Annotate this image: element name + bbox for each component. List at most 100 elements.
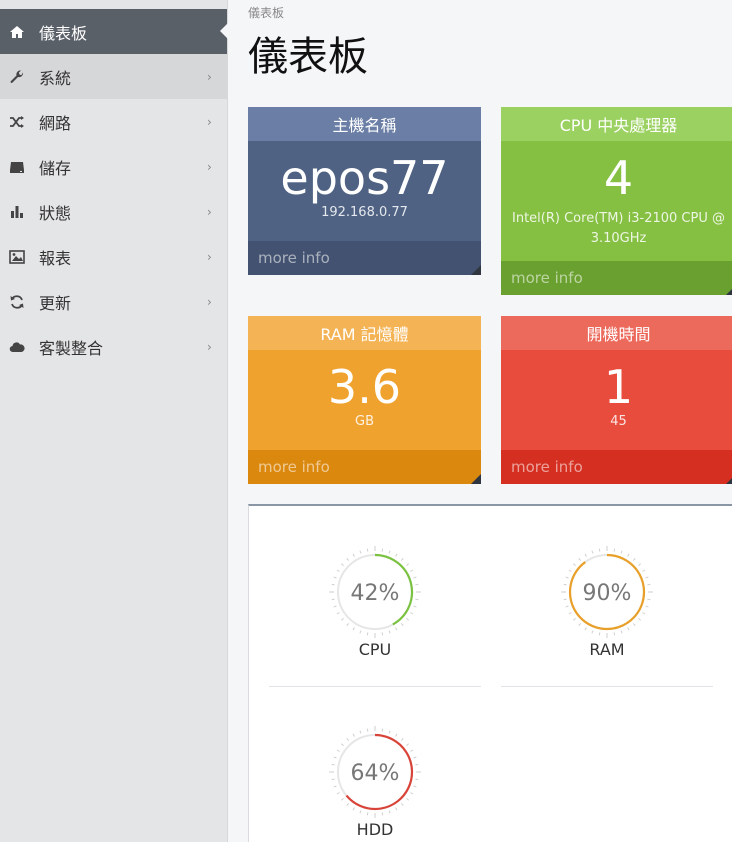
gauge-tick [632, 623, 636, 627]
gauge-tick [366, 548, 369, 552]
gauge-tick [388, 630, 391, 634]
gauge-tick [400, 557, 404, 561]
gauge-tick [381, 728, 384, 732]
gauge-tick [627, 627, 630, 631]
cpu-card: CPU 中央處理器 4 Intel(R) Core(TM) i3-2100 CP… [501, 107, 732, 295]
breadcrumb[interactable]: 儀表板 [248, 4, 284, 21]
gauge-tick [406, 563, 410, 567]
gauge-tick [410, 569, 414, 572]
gauge-tick [340, 797, 344, 801]
gauge-tick [413, 605, 417, 608]
more-info-link[interactable]: more info [248, 450, 481, 484]
gauge-tick [410, 749, 414, 752]
gauge-tick [346, 737, 350, 741]
gauge-tick [565, 576, 569, 579]
gauge-tick [645, 605, 649, 608]
gauge-tick [381, 548, 384, 552]
gauge-tick [333, 576, 337, 579]
gauge-tick [336, 749, 340, 752]
gauge-tick [563, 583, 567, 586]
gauge-tick [572, 617, 576, 621]
gauge-tick [333, 785, 337, 788]
sidebar-item-network[interactable]: 網路 › [0, 99, 227, 144]
sidebar-item-reports[interactable]: 報表 › [0, 234, 227, 279]
sidebar-item-label: 客製整合 [39, 338, 104, 358]
more-info-link[interactable]: more info [501, 450, 732, 484]
ram-gauge: 90% RAM [491, 546, 723, 659]
gauge-tick [336, 792, 340, 795]
main-content: 儀表板 儀表板 主機名稱 epos77 192.168.0.77 more in… [228, 0, 732, 842]
gauge-tick [647, 583, 651, 586]
gauge-tick [563, 598, 567, 601]
sidebar-item-label: 網路 [39, 113, 72, 133]
gauge-label: RAM [589, 640, 625, 659]
sidebar-item-label: 儲存 [39, 158, 72, 178]
gauge-tick [584, 627, 587, 631]
gauge-tick [645, 576, 649, 579]
gauge-tick [578, 623, 582, 627]
sidebar-item-integration[interactable]: 客製整合 › [0, 324, 227, 369]
more-info-label: more info [258, 249, 330, 267]
more-info-link[interactable]: more info [501, 261, 732, 295]
gauge-tick [359, 810, 362, 814]
gauge-tick [565, 605, 569, 608]
gauge-tick [331, 778, 335, 781]
home-icon [9, 22, 39, 42]
sidebar-item-storage[interactable]: 儲存 › [0, 144, 227, 189]
sidebar-item-updates[interactable]: 更新 › [0, 279, 227, 324]
more-info-label: more info [511, 458, 583, 476]
gauge-tick [620, 630, 623, 634]
gauge-tick [359, 630, 362, 634]
gauge-tick [366, 728, 369, 732]
refresh-icon [9, 292, 39, 312]
gauge-tick [346, 557, 350, 561]
card-value: 4 [603, 151, 634, 205]
gauge-tick [359, 550, 362, 554]
sidebar-item-dashboard[interactable]: 儀表板 [0, 9, 228, 54]
chevron-right-icon: › [207, 294, 212, 309]
card-value: epos77 [280, 151, 449, 205]
gauge-tick [340, 563, 344, 567]
gauge-divider [269, 686, 481, 687]
gauge-tick [352, 627, 355, 631]
more-info-label: more info [511, 269, 583, 287]
card-subtext: 192.168.0.77 [321, 205, 408, 220]
gauge-panel: 42% CPU 90% RAM 64% HDD [248, 504, 732, 842]
gauge-tick [388, 550, 391, 554]
ram-card: RAM 記憶體 3.6 GB more info [248, 316, 481, 484]
gauge-tick [591, 630, 594, 634]
sidebar-item-system[interactable]: 系統 › [0, 54, 227, 99]
gauge-tick [359, 730, 362, 734]
card-title: 主機名稱 [248, 107, 481, 141]
gauge-tick [415, 763, 419, 766]
gauge-tick [395, 553, 398, 557]
sidebar-item-label: 儀表板 [39, 23, 88, 43]
gauge-percent-text: 42% [351, 581, 400, 606]
gauge-tick [346, 803, 350, 807]
gauge-tick [620, 550, 623, 554]
sidebar-item-status[interactable]: 狀態 › [0, 189, 227, 234]
gauge-tick [613, 632, 616, 636]
gauge-tick [591, 550, 594, 554]
hdd-gauge: 64% HDD [259, 726, 491, 839]
cpu-gauge-dial: 42% [329, 546, 421, 638]
gauge-tick [352, 733, 355, 737]
corner-fold-icon [471, 265, 481, 275]
card-subtext: 45 [610, 414, 627, 429]
sidebar-item-label: 更新 [39, 293, 72, 313]
gauge-tick [336, 612, 340, 615]
chevron-right-icon: › [207, 114, 212, 129]
gauge-tick [406, 797, 410, 801]
gauge-tick [415, 778, 419, 781]
card-title: RAM 記憶體 [248, 316, 481, 350]
gauge-tick [366, 632, 369, 636]
sidebar-top-spacer [0, 0, 227, 9]
gauge-tick [638, 617, 642, 621]
more-info-link[interactable]: more info [248, 241, 481, 275]
gauge-tick [400, 623, 404, 627]
corner-fold-icon [726, 474, 732, 484]
chevron-right-icon: › [207, 159, 212, 174]
cloud-icon [9, 337, 39, 357]
chevron-right-icon: › [207, 69, 212, 84]
gauge-tick [400, 803, 404, 807]
